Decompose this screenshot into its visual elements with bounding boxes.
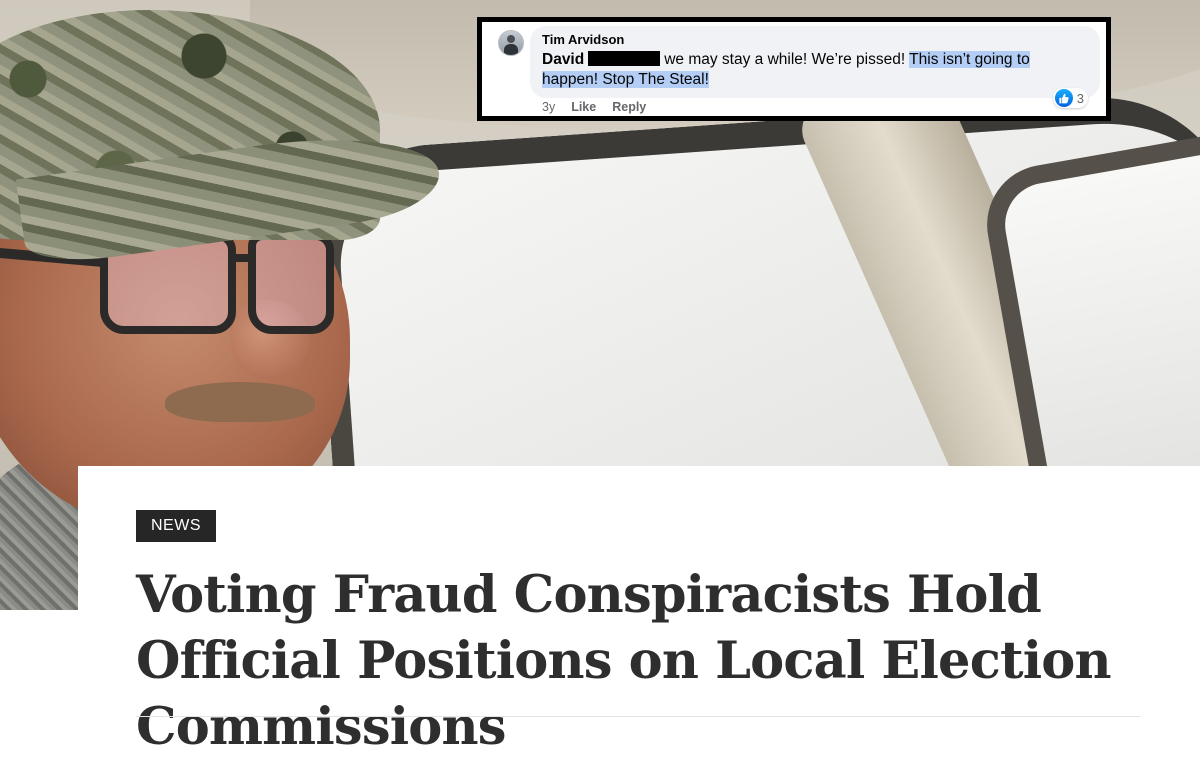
facebook-comment-screenshot: Tim Arvidson David we may stay a while! W… <box>477 17 1111 121</box>
comment-bubble: Tim Arvidson David we may stay a while! W… <box>530 26 1100 98</box>
thumbs-up-icon <box>1054 89 1073 107</box>
redaction-bar <box>588 51 661 66</box>
article-card: NEWS Voting Fraud Conspiracists Hold Off… <box>78 466 1200 757</box>
comment-text-plain: we may stay a while! We’re pissed! <box>664 51 906 68</box>
category-tag[interactable]: NEWS <box>136 510 216 542</box>
glasses-lens-right <box>248 232 334 334</box>
divider <box>136 716 1140 717</box>
comment-age[interactable]: 3y <box>542 100 555 114</box>
reply-button[interactable]: Reply <box>612 100 646 114</box>
article-headline[interactable]: Voting Fraud Conspiracists Hold Official… <box>136 562 1186 760</box>
comment-actions: 3y Like Reply <box>542 100 646 114</box>
mention-name[interactable]: David <box>542 51 584 68</box>
comment-author[interactable]: Tim Arvidson <box>542 32 1088 48</box>
avatar[interactable] <box>498 30 524 56</box>
reaction-summary[interactable]: 3 <box>1052 88 1088 108</box>
like-button[interactable]: Like <box>571 100 596 114</box>
comment-text: David we may stay a while! We’re pissed! … <box>542 50 1088 90</box>
reaction-count: 3 <box>1076 90 1084 106</box>
mustache <box>165 382 315 422</box>
